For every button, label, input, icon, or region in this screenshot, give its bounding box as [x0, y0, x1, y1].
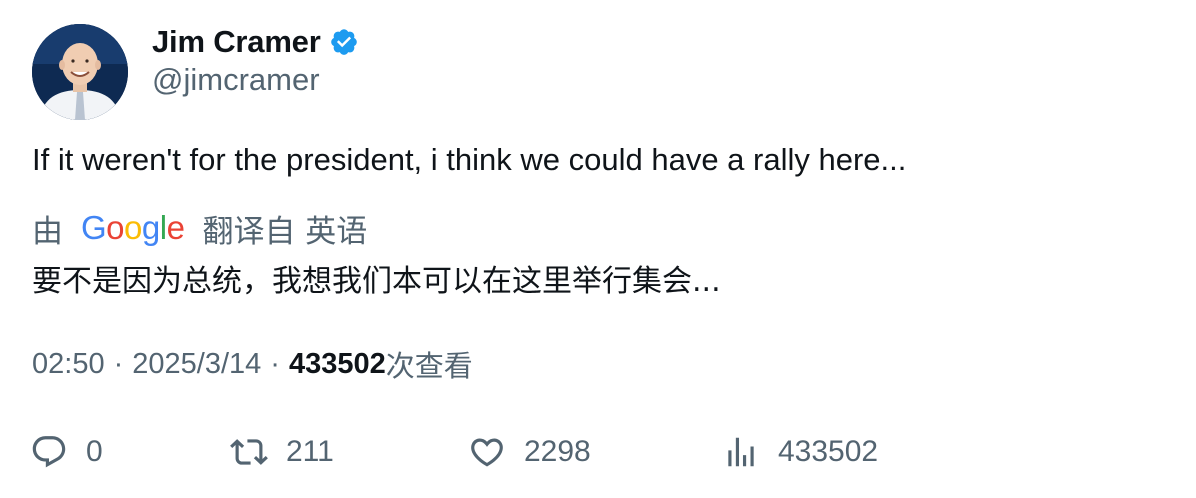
tweet-meta: 02:50 · 2025/3/14 · 433502 次查看	[32, 344, 473, 384]
views-action-count: 433502	[778, 435, 879, 468]
reply-count: 0	[86, 435, 103, 468]
translated-text: 要不是因为总统，我想我们本可以在这里举行集会...	[32, 264, 721, 299]
author-handle[interactable]: @jimcramer	[152, 62, 320, 98]
google-logo: Google	[81, 209, 185, 246]
like-button[interactable]: 2298	[468, 430, 591, 474]
views-button[interactable]: 433502	[722, 430, 878, 474]
reply-button[interactable]: 0	[30, 430, 103, 474]
reply-icon	[32, 436, 66, 468]
retweet-count: 211	[286, 435, 334, 468]
author-name-row[interactable]: Jim Cramer	[152, 22, 359, 62]
translation-attribution[interactable]: 由 Google 翻译自 英语	[32, 206, 367, 250]
heart-icon	[471, 438, 503, 467]
views-label: 次查看	[385, 349, 473, 383]
translation-source-language: 翻译自 英语	[202, 213, 368, 250]
meta-separator: ·	[270, 347, 280, 380]
meta-separator: ·	[113, 347, 124, 380]
author-display-name[interactable]: Jim Cramer	[152, 24, 321, 60]
tweet-time[interactable]: 02:50	[32, 348, 105, 381]
action-bar: 0 211 2298 433502	[0, 430, 1196, 474]
analytics-bar-chart-icon	[728, 437, 754, 467]
avatar[interactable]	[32, 24, 128, 120]
translation-prefix: 由	[32, 213, 63, 250]
views-count: 433502	[288, 347, 386, 380]
profile-photo	[32, 24, 128, 120]
tweet-date[interactable]: 2025/3/14	[132, 348, 261, 381]
tweet-text: If it weren't for the president, i think…	[32, 142, 907, 177]
like-count: 2298	[524, 435, 591, 468]
retweet-button[interactable]: 211	[230, 430, 334, 474]
verified-badge-icon[interactable]	[329, 27, 359, 57]
retweet-icon	[230, 439, 268, 465]
